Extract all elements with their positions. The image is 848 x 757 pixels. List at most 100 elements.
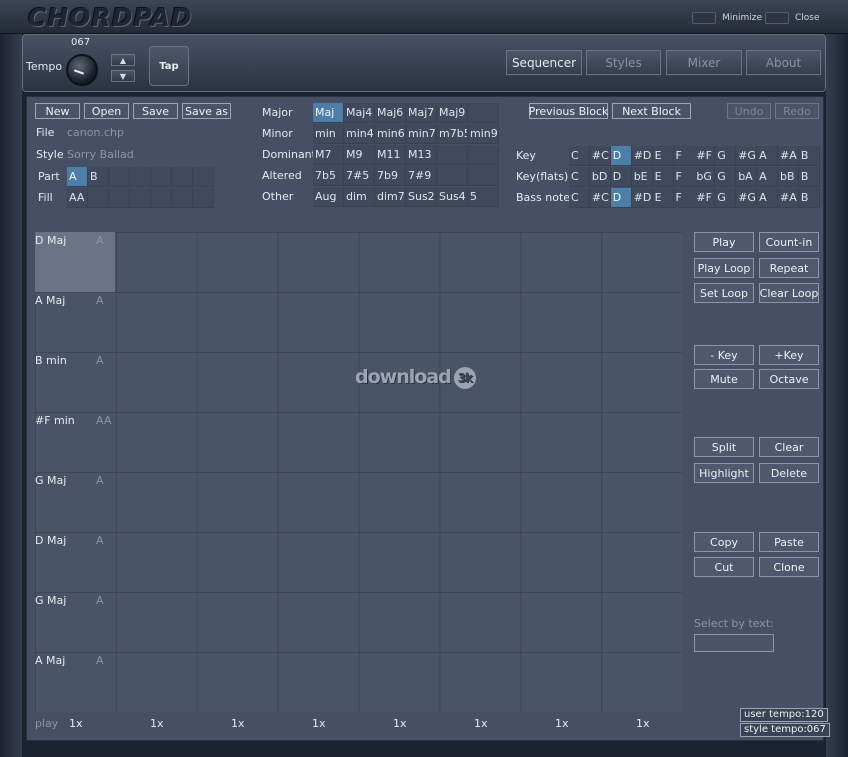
key-cell[interactable]: E [652,167,674,187]
key-cell[interactable]: B [798,146,820,166]
tab-mixer[interactable]: Mixer [666,50,742,75]
chord-type-cell[interactable]: Maj9 [437,103,468,123]
sequence-grid[interactable] [35,232,682,712]
clear-button[interactable]: Clear [759,437,819,457]
key-cell[interactable]: B [798,167,820,187]
part-cell[interactable] [130,167,151,187]
plus-key-button[interactable]: +Key [759,345,819,365]
chord-type-cell[interactable]: Maj6 [375,103,406,123]
sequence-row[interactable]: #F min AA [35,412,115,472]
part-cell[interactable]: B [88,167,109,187]
key-cell[interactable]: D [610,188,632,208]
chord-type-cell[interactable]: 7b5 [313,166,344,186]
sequence-row[interactable]: G Maj A [35,592,115,652]
mute-button[interactable]: Mute [694,369,754,389]
tab-sequencer[interactable]: Sequencer [506,50,582,75]
key-cell[interactable]: B [798,188,820,208]
repeat-count[interactable]: 1x [231,717,245,730]
delete-button[interactable]: Delete [759,463,819,483]
key-cell[interactable]: #F [694,146,716,166]
chord-type-cell[interactable]: 7#9 [406,166,437,186]
chord-type-cell[interactable]: Maj4 [344,103,375,123]
octave-button[interactable]: Octave [759,369,819,389]
key-cell[interactable]: bG [694,167,716,187]
chord-type-cell[interactable]: M7 [313,145,344,165]
part-cell[interactable] [193,167,214,187]
key-cell[interactable]: F [673,188,695,208]
part-cell[interactable]: A [67,167,88,187]
chord-type-cell[interactable]: Sus2 [406,187,437,207]
key-cell[interactable]: A [757,146,779,166]
minus-key-button[interactable]: - Key [694,345,754,365]
close-button[interactable]: Close [765,12,820,24]
play-button[interactable]: Play [694,232,754,252]
repeat-count[interactable]: 1x [150,717,164,730]
key-cell[interactable]: E [652,188,674,208]
repeat-count[interactable]: 1x [393,717,407,730]
chord-type-cell[interactable]: m7b5 [437,124,468,144]
tempo-up-button[interactable]: ▲ [111,54,135,66]
key-cell[interactable]: G [715,167,737,187]
chord-type-cell[interactable]: M9 [344,145,375,165]
chord-type-cell[interactable]: min7 [406,124,437,144]
key-cell[interactable]: A [757,188,779,208]
count-in-button[interactable]: Count-in [759,232,819,252]
sequence-row[interactable]: D Maj A [35,232,115,292]
key-cell[interactable]: #D [631,188,653,208]
key-cell[interactable]: F [673,167,695,187]
chord-type-cell[interactable]: 7#5 [344,166,375,186]
key-cell[interactable]: bB [778,167,799,187]
chord-type-cell[interactable]: M13 [406,145,437,165]
key-cell[interactable]: C [569,167,590,187]
key-cell[interactable]: C [569,188,590,208]
key-cell[interactable]: #A [778,188,799,208]
chord-type-cell[interactable]: 5 [468,187,499,207]
chord-type-cell[interactable]: Maj [313,103,344,123]
redo-button[interactable]: Redo [775,103,819,119]
sequence-row[interactable]: A Maj A [35,652,115,712]
tap-button[interactable]: Tap [149,46,189,86]
new-button[interactable]: New [35,103,80,119]
part-cell[interactable] [172,167,193,187]
sequence-row[interactable]: A Maj A [35,292,115,352]
key-cell[interactable]: #C [589,188,611,208]
chord-type-cell[interactable]: 7b9 [375,166,406,186]
part-cell[interactable] [109,167,130,187]
key-cell[interactable]: #G [736,146,758,166]
undo-button[interactable]: Undo [727,103,771,119]
key-cell[interactable]: #D [631,146,653,166]
fill-cell[interactable] [109,188,130,208]
chord-type-cell[interactable]: Sus4 [437,187,468,207]
paste-button[interactable]: Paste [759,532,819,552]
key-cell[interactable]: G [715,146,737,166]
cut-button[interactable]: Cut [694,557,754,577]
repeat-count[interactable]: 1x [555,717,569,730]
key-cell[interactable]: E [652,146,674,166]
key-cell[interactable]: bA [736,167,758,187]
clear-loop-button[interactable]: Clear Loop [759,283,819,303]
key-cell[interactable]: C [569,146,590,166]
repeat-count[interactable]: 1x [636,717,650,730]
fill-cell[interactable] [130,188,151,208]
sequence-row[interactable]: D Maj A [35,532,115,592]
repeat-count[interactable]: 1x [69,717,83,730]
tab-styles[interactable]: Styles [586,50,661,75]
key-cell[interactable]: D [610,146,632,166]
previous-block-button[interactable]: Previous Block [529,103,608,119]
chord-type-cell[interactable]: min6 [375,124,406,144]
highlight-button[interactable]: Highlight [694,463,754,483]
fill-cell[interactable] [172,188,193,208]
repeat-count[interactable]: 1x [474,717,488,730]
chord-type-cell[interactable]: min4 [344,124,375,144]
tab-about[interactable]: About [746,50,821,75]
set-loop-button[interactable]: Set Loop [694,283,754,303]
key-cell[interactable]: G [715,188,737,208]
fill-cell[interactable]: AA [67,188,88,208]
save-as-button[interactable]: Save as [182,103,231,119]
repeat-count[interactable]: 1x [312,717,326,730]
chord-type-cell[interactable]: Aug [313,187,344,207]
key-cell[interactable]: D [610,167,632,187]
chord-type-cell[interactable]: min9 [468,124,499,144]
fill-cell[interactable] [193,188,214,208]
chord-type-cell[interactable]: M11 [375,145,406,165]
